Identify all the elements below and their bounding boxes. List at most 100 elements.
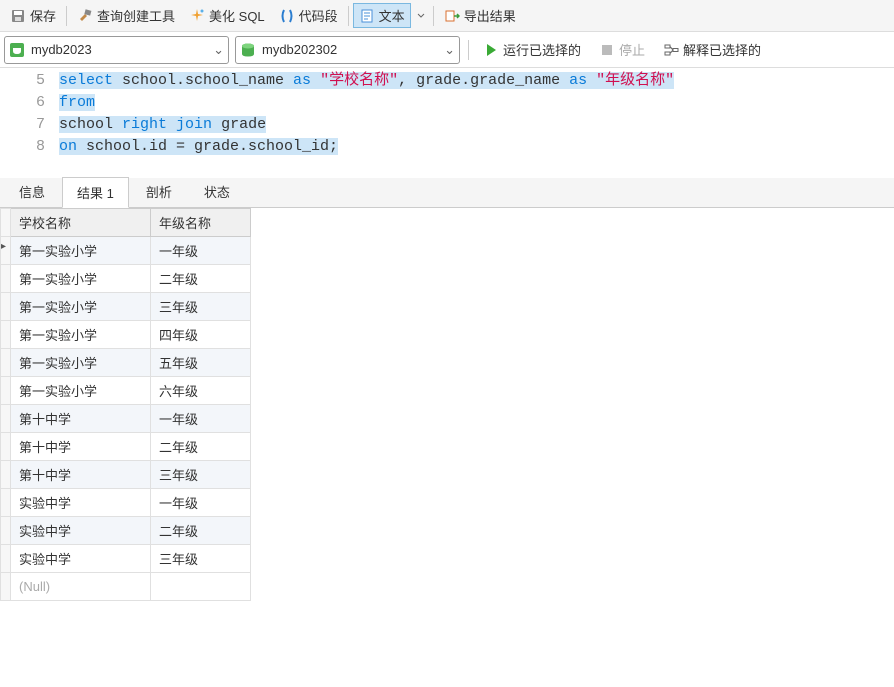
explain-button[interactable]: 解释已选择的: [657, 40, 767, 59]
connection-select[interactable]: mydb2023 ⌄: [4, 36, 229, 64]
grid-cell[interactable]: 三年级: [151, 461, 251, 489]
grid-cell[interactable]: 第一实验小学: [11, 265, 151, 293]
grid-cell[interactable]: 三年级: [151, 293, 251, 321]
connection-name: mydb2023: [31, 42, 92, 57]
grid-cell[interactable]: 第一实验小学: [11, 237, 151, 265]
grid-cell[interactable]: 第一实验小学: [11, 321, 151, 349]
database-icon: [240, 42, 256, 58]
row-marker: [1, 405, 11, 433]
column-header[interactable]: 学校名称: [11, 209, 151, 237]
grid-cell[interactable]: 第一实验小学: [11, 377, 151, 405]
grid-cell[interactable]: 一年级: [151, 237, 251, 265]
grid-cell[interactable]: 第十中学: [11, 433, 151, 461]
table-row-null[interactable]: (Null): [1, 573, 251, 601]
row-marker: [1, 433, 11, 461]
stop-label: 停止: [619, 40, 645, 59]
grid-cell[interactable]: 三年级: [151, 545, 251, 573]
grid-cell[interactable]: [151, 573, 251, 601]
save-label: 保存: [30, 6, 56, 25]
main-toolbar: 保存 查询创建工具 美化 SQL 代码段 文本 导出结果: [0, 0, 894, 32]
grid-cell[interactable]: 五年级: [151, 349, 251, 377]
separator: [66, 6, 67, 26]
document-icon: [359, 8, 375, 24]
table-row[interactable]: 第一实验小学三年级: [1, 293, 251, 321]
play-icon: [483, 42, 499, 58]
table-row[interactable]: 第一实验小学六年级: [1, 377, 251, 405]
text-label: 文本: [379, 6, 405, 25]
grid-cell[interactable]: 一年级: [151, 405, 251, 433]
code-line-7: school right join grade: [59, 114, 894, 136]
run-label: 运行已选择的: [503, 40, 581, 59]
grid-cell[interactable]: 第十中学: [11, 405, 151, 433]
table-row[interactable]: 实验中学三年级: [1, 545, 251, 573]
query-builder-label: 查询创建工具: [97, 6, 175, 25]
code-area[interactable]: select school.school_name as "学校名称", gra…: [55, 70, 894, 178]
grid-cell[interactable]: 六年级: [151, 377, 251, 405]
tab-info[interactable]: 信息: [4, 176, 60, 207]
code-line-6: from: [59, 92, 894, 114]
database-select[interactable]: mydb202302 ⌄: [235, 36, 460, 64]
row-marker-header: [1, 209, 11, 237]
beautify-button[interactable]: 美化 SQL: [183, 3, 271, 28]
grid-cell[interactable]: 四年级: [151, 321, 251, 349]
grid-cell[interactable]: 实验中学: [11, 489, 151, 517]
table-row[interactable]: 第一实验小学一年级: [1, 237, 251, 265]
dropdown-icon[interactable]: [413, 8, 429, 24]
code-line-5: select school.school_name as "学校名称", gra…: [59, 70, 894, 92]
grid-cell[interactable]: 第十中学: [11, 461, 151, 489]
explain-label: 解释已选择的: [683, 40, 761, 59]
row-marker: [1, 293, 11, 321]
explain-icon: [663, 42, 679, 58]
tab-status[interactable]: 状态: [189, 176, 245, 207]
chevron-down-icon: ⌄: [213, 42, 224, 58]
grid-cell[interactable]: 二年级: [151, 433, 251, 461]
table-row[interactable]: 实验中学一年级: [1, 489, 251, 517]
table-row[interactable]: 第一实验小学四年级: [1, 321, 251, 349]
query-builder-button[interactable]: 查询创建工具: [71, 3, 181, 28]
grid-cell[interactable]: 实验中学: [11, 517, 151, 545]
result-grid[interactable]: 学校名称年级名称第一实验小学一年级第一实验小学二年级第一实验小学三年级第一实验小…: [0, 208, 251, 601]
export-button[interactable]: 导出结果: [438, 3, 522, 28]
grid-cell[interactable]: 实验中学: [11, 545, 151, 573]
line-gutter: 5 6 7 8: [0, 70, 55, 178]
save-button[interactable]: 保存: [4, 3, 62, 28]
table-row[interactable]: 第十中学二年级: [1, 433, 251, 461]
grid-header-row: 学校名称年级名称: [1, 209, 251, 237]
plug-icon: [9, 42, 25, 58]
table-row[interactable]: 第一实验小学五年级: [1, 349, 251, 377]
code-line-8: on school.id = grade.school_id;: [59, 136, 894, 158]
row-marker: [1, 237, 11, 265]
row-marker: [1, 349, 11, 377]
separator: [348, 6, 349, 26]
table-row[interactable]: 第十中学一年级: [1, 405, 251, 433]
grid-cell[interactable]: 二年级: [151, 265, 251, 293]
snippet-button[interactable]: 代码段: [273, 3, 344, 28]
database-name: mydb202302: [262, 42, 337, 57]
run-button[interactable]: 运行已选择的: [477, 40, 587, 59]
grid-cell[interactable]: 第一实验小学: [11, 349, 151, 377]
result-tabs: 信息 结果 1 剖析 状态: [0, 178, 894, 208]
row-marker: [1, 461, 11, 489]
table-row[interactable]: 第十中学三年级: [1, 461, 251, 489]
grid-cell[interactable]: 二年级: [151, 517, 251, 545]
stop-button[interactable]: 停止: [593, 40, 651, 59]
grid-cell[interactable]: 一年级: [151, 489, 251, 517]
beautify-label: 美化 SQL: [209, 6, 265, 25]
sql-editor[interactable]: 5 6 7 8 select school.school_name as "学校…: [0, 68, 894, 178]
grid-cell-null[interactable]: (Null): [11, 573, 151, 601]
table-row[interactable]: 第一实验小学二年级: [1, 265, 251, 293]
stop-icon: [599, 42, 615, 58]
parentheses-icon: [279, 8, 295, 24]
export-label: 导出结果: [464, 6, 516, 25]
row-marker: [1, 517, 11, 545]
chevron-down-icon: ⌄: [444, 42, 455, 58]
column-header[interactable]: 年级名称: [151, 209, 251, 237]
tab-profile[interactable]: 剖析: [131, 176, 187, 207]
sparkle-icon: [189, 8, 205, 24]
grid-cell[interactable]: 第一实验小学: [11, 293, 151, 321]
text-button[interactable]: 文本: [353, 3, 411, 28]
tab-result[interactable]: 结果 1: [62, 177, 129, 208]
row-marker: [1, 321, 11, 349]
table-row[interactable]: 实验中学二年级: [1, 517, 251, 545]
row-marker: [1, 573, 11, 601]
